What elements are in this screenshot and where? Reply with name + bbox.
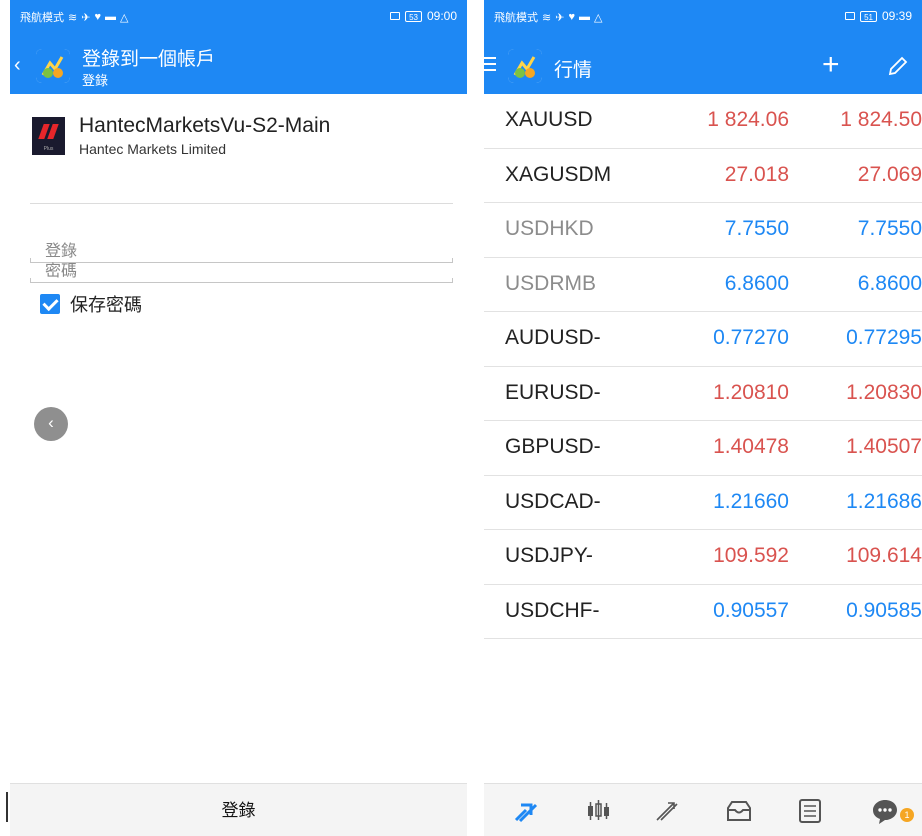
server-info[interactable]: Plus HantecMarketsVu-S2-Main Hantec Mark… — [30, 112, 453, 204]
server-company: Hantec Markets Limited — [79, 141, 227, 157]
vibrate-icon — [845, 12, 856, 20]
quote-ask: 1.40507 — [846, 435, 922, 458]
quote-bid: 7.7550 — [724, 217, 789, 240]
quote-symbol: XAGUSDM — [505, 162, 612, 186]
quote-row[interactable]: USDRMB 6.8600 6.8600 — [484, 258, 922, 312]
quote-row[interactable]: EURUSD- 1.20810 1.20830 — [484, 367, 922, 421]
server-name: HantecMarketsVu-S2-Main — [79, 114, 331, 137]
quote-row[interactable]: GBPUSD- 1.40478 1.40507 — [484, 421, 922, 476]
quote-symbol: GBPUSD- — [505, 435, 601, 458]
quote-symbol: EURUSD- — [505, 380, 601, 404]
quote-bid: 6.8600 — [724, 271, 789, 295]
quote-bid: 1 824.06 — [707, 108, 789, 131]
quote-ask: 7.7550 — [857, 217, 922, 240]
login-button[interactable]: 登錄 — [10, 783, 467, 836]
news-icon[interactable] — [795, 796, 825, 826]
quotes-screen: 飛航模式 ≋ ✈ ♥ ▬ △ 51 09:39 行情 + XAUUSD 1 82… — [484, 0, 922, 836]
clock: 09:39 — [881, 9, 912, 23]
menu-icon[interactable] — [484, 57, 496, 75]
quote-bid: 0.90557 — [713, 598, 789, 622]
login-header: 飛航模式 ≋ ✈ ♥ ▬ △ 53 09:00 ‹ 登錄到一個帳戶 登錄 — [10, 0, 467, 94]
quote-bid: 109.592 — [713, 544, 789, 567]
quote-symbol: USDCHF- — [505, 598, 600, 622]
airplane-icon: ✈ — [555, 11, 565, 24]
quote-symbol: USDRMB — [505, 271, 597, 295]
quotes-header: 飛航模式 ≋ ✈ ♥ ▬ △ 51 09:39 行情 + — [484, 0, 922, 94]
save-password-label: 保存密碼 — [70, 295, 142, 315]
airplane-mode-text: 飛航模式 — [494, 12, 538, 24]
warning-icon: △ — [119, 11, 129, 24]
chat-icon[interactable] — [870, 796, 900, 826]
vibrate-icon — [390, 12, 401, 20]
quote-ask: 0.77295 — [846, 326, 922, 349]
left-edge — [0, 0, 10, 836]
quote-ask: 27.069 — [857, 162, 922, 186]
mt4-app-icon — [36, 49, 70, 83]
page-subtitle: 登錄 — [82, 73, 109, 88]
quote-ask: 1.20830 — [846, 380, 922, 404]
quote-symbol: USDHKD — [505, 217, 594, 240]
quote-row[interactable]: AUDUSD- 0.77270 0.77295 — [484, 312, 922, 367]
mt4-app-icon — [508, 49, 542, 83]
wifi-icon: ≋ — [542, 11, 552, 24]
status-bar: 飛航模式 ≋ ✈ ♥ ▬ △ 53 09:00 — [10, 0, 467, 30]
save-password-checkbox[interactable]: 保存密碼 — [40, 291, 142, 317]
quote-row[interactable]: USDCAD- 1.21660 1.21686 — [484, 476, 922, 530]
chat-badge: 1 — [900, 808, 914, 822]
collapse-button[interactable]: ‹ — [34, 407, 68, 441]
password-field[interactable]: 密碼 — [30, 253, 453, 283]
chart-candles-icon[interactable] — [583, 796, 613, 826]
airplane-icon: ✈ — [81, 11, 91, 24]
quote-symbol: AUDUSD- — [505, 326, 601, 349]
quote-ask: 109.614 — [846, 544, 922, 567]
message-icon: ▬ — [104, 11, 116, 23]
heart-icon: ♥ — [94, 11, 101, 23]
wifi-icon: ≋ — [68, 11, 78, 24]
screen-gap — [467, 0, 484, 836]
quote-row[interactable]: USDHKD 7.7550 7.7550 — [484, 203, 922, 258]
quote-ask: 1 824.50 — [840, 108, 922, 131]
page-title: 行情 — [554, 60, 593, 81]
quote-ask: 1.21686 — [846, 489, 922, 513]
login-screen: 飛航模式 ≋ ✈ ♥ ▬ △ 53 09:00 ‹ 登錄到一個帳戶 登錄 Plu… — [10, 0, 467, 836]
quote-bid: 0.77270 — [713, 326, 789, 349]
bottom-nav: 1 — [484, 783, 922, 836]
status-bar: 飛航模式 ≋ ✈ ♥ ▬ △ 51 09:39 — [484, 0, 922, 30]
page-title: 登錄到一個帳戶 — [82, 49, 216, 70]
edge-mark — [6, 792, 8, 822]
clock: 09:00 — [426, 9, 457, 23]
quote-ask: 0.90585 — [846, 598, 922, 622]
trade-icon[interactable] — [652, 796, 682, 826]
hantec-logo: Plus — [32, 117, 65, 155]
warning-icon: △ — [593, 11, 603, 24]
quote-ask: 6.8600 — [857, 271, 922, 295]
quote-symbol: XAUUSD — [505, 108, 593, 131]
quote-bid: 1.40478 — [713, 435, 789, 458]
airplane-mode-text: 飛航模式 — [20, 12, 64, 24]
quotes-list: XAUUSD 1 824.06 1 824.50 XAGUSDM 27.018 27.06… — [484, 94, 922, 639]
chevron-left-icon: ‹ — [48, 413, 54, 432]
quote-row[interactable]: USDJPY- 109.592 109.614 — [484, 530, 922, 585]
quote-bid: 1.21660 — [713, 489, 789, 513]
message-icon: ▬ — [578, 11, 590, 23]
checkbox-checked-icon[interactable] — [40, 294, 60, 314]
quote-bid: 1.20810 — [713, 380, 789, 404]
quotes-icon[interactable] — [511, 796, 541, 826]
quote-bid: 27.018 — [724, 162, 789, 186]
quote-symbol: USDCAD- — [505, 489, 601, 513]
edit-pencil-icon[interactable] — [886, 54, 910, 78]
quote-row[interactable]: XAGUSDM 27.018 27.069 — [484, 149, 922, 203]
history-inbox-icon[interactable] — [724, 796, 754, 826]
quote-symbol: USDJPY- — [505, 544, 593, 567]
password-field-label: 密碼 — [45, 263, 78, 280]
chevron-left-icon[interactable]: ‹ — [14, 55, 21, 75]
battery-icon: 51 — [860, 10, 877, 22]
quote-row[interactable]: XAUUSD 1 824.06 1 824.50 — [484, 94, 922, 149]
heart-icon: ♥ — [568, 11, 575, 23]
quote-row[interactable]: USDCHF- 0.90557 0.90585 — [484, 585, 922, 639]
add-symbol-button[interactable]: + — [822, 48, 840, 82]
battery-icon: 53 — [405, 10, 422, 22]
